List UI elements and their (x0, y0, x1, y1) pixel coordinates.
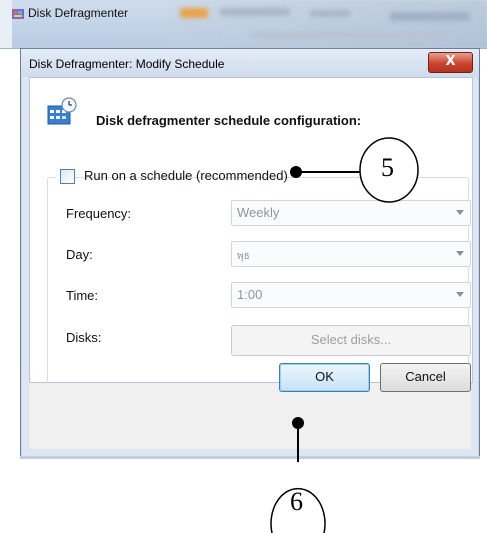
dialog-title: Disk Defragmenter: Modify Schedule (29, 57, 225, 71)
disks-label: Disks: (66, 330, 102, 345)
time-label: Time: (66, 288, 99, 303)
defragmenter-app-icon (12, 9, 24, 19)
close-button[interactable]: X (428, 52, 473, 73)
run-on-schedule-label: Run on a schedule (recommended) (84, 168, 288, 183)
parent-window-title: Disk Defragmenter (28, 6, 129, 20)
schedule-config-heading: Disk defragmenter schedule configuration… (96, 113, 362, 128)
day-value: พุธ (237, 251, 250, 262)
schedule-calendar-icon (47, 97, 77, 125)
ok-button[interactable]: OK (279, 363, 370, 392)
chevron-down-icon (456, 292, 464, 297)
chevron-down-icon (456, 210, 464, 215)
dialog-titlebar[interactable]: Disk Defragmenter: Modify Schedule X (21, 49, 479, 77)
day-label: Day: (66, 247, 93, 262)
run-on-schedule-row[interactable]: Run on a schedule (recommended) (56, 168, 288, 186)
time-dropdown[interactable]: 1:00 (231, 282, 471, 308)
dialog-bottom-edge (20, 456, 480, 459)
chevron-down-icon (456, 251, 464, 256)
cancel-button[interactable]: Cancel (380, 363, 471, 392)
frequency-value: Weekly (237, 205, 280, 220)
blurred-background-content (170, 0, 487, 48)
day-dropdown[interactable]: พุธ (231, 241, 471, 267)
dialog-footer (29, 383, 471, 449)
time-value: 1:00 (237, 287, 263, 302)
select-disks-button[interactable]: Select disks... (231, 325, 471, 356)
dialog-body: Disk defragmenter schedule configuration… (29, 77, 473, 401)
callout-6-number: 6 (290, 487, 303, 516)
frequency-dropdown[interactable]: Weekly (231, 200, 471, 226)
callout-5-number: 5 (381, 153, 394, 182)
modify-schedule-dialog: Disk Defragmenter: Modify Schedule X Dis… (20, 48, 480, 458)
frequency-label: Frequency: (66, 206, 132, 221)
parent-window-titlebar: Disk Defragmenter (0, 0, 487, 49)
run-on-schedule-checkbox[interactable] (60, 169, 75, 184)
